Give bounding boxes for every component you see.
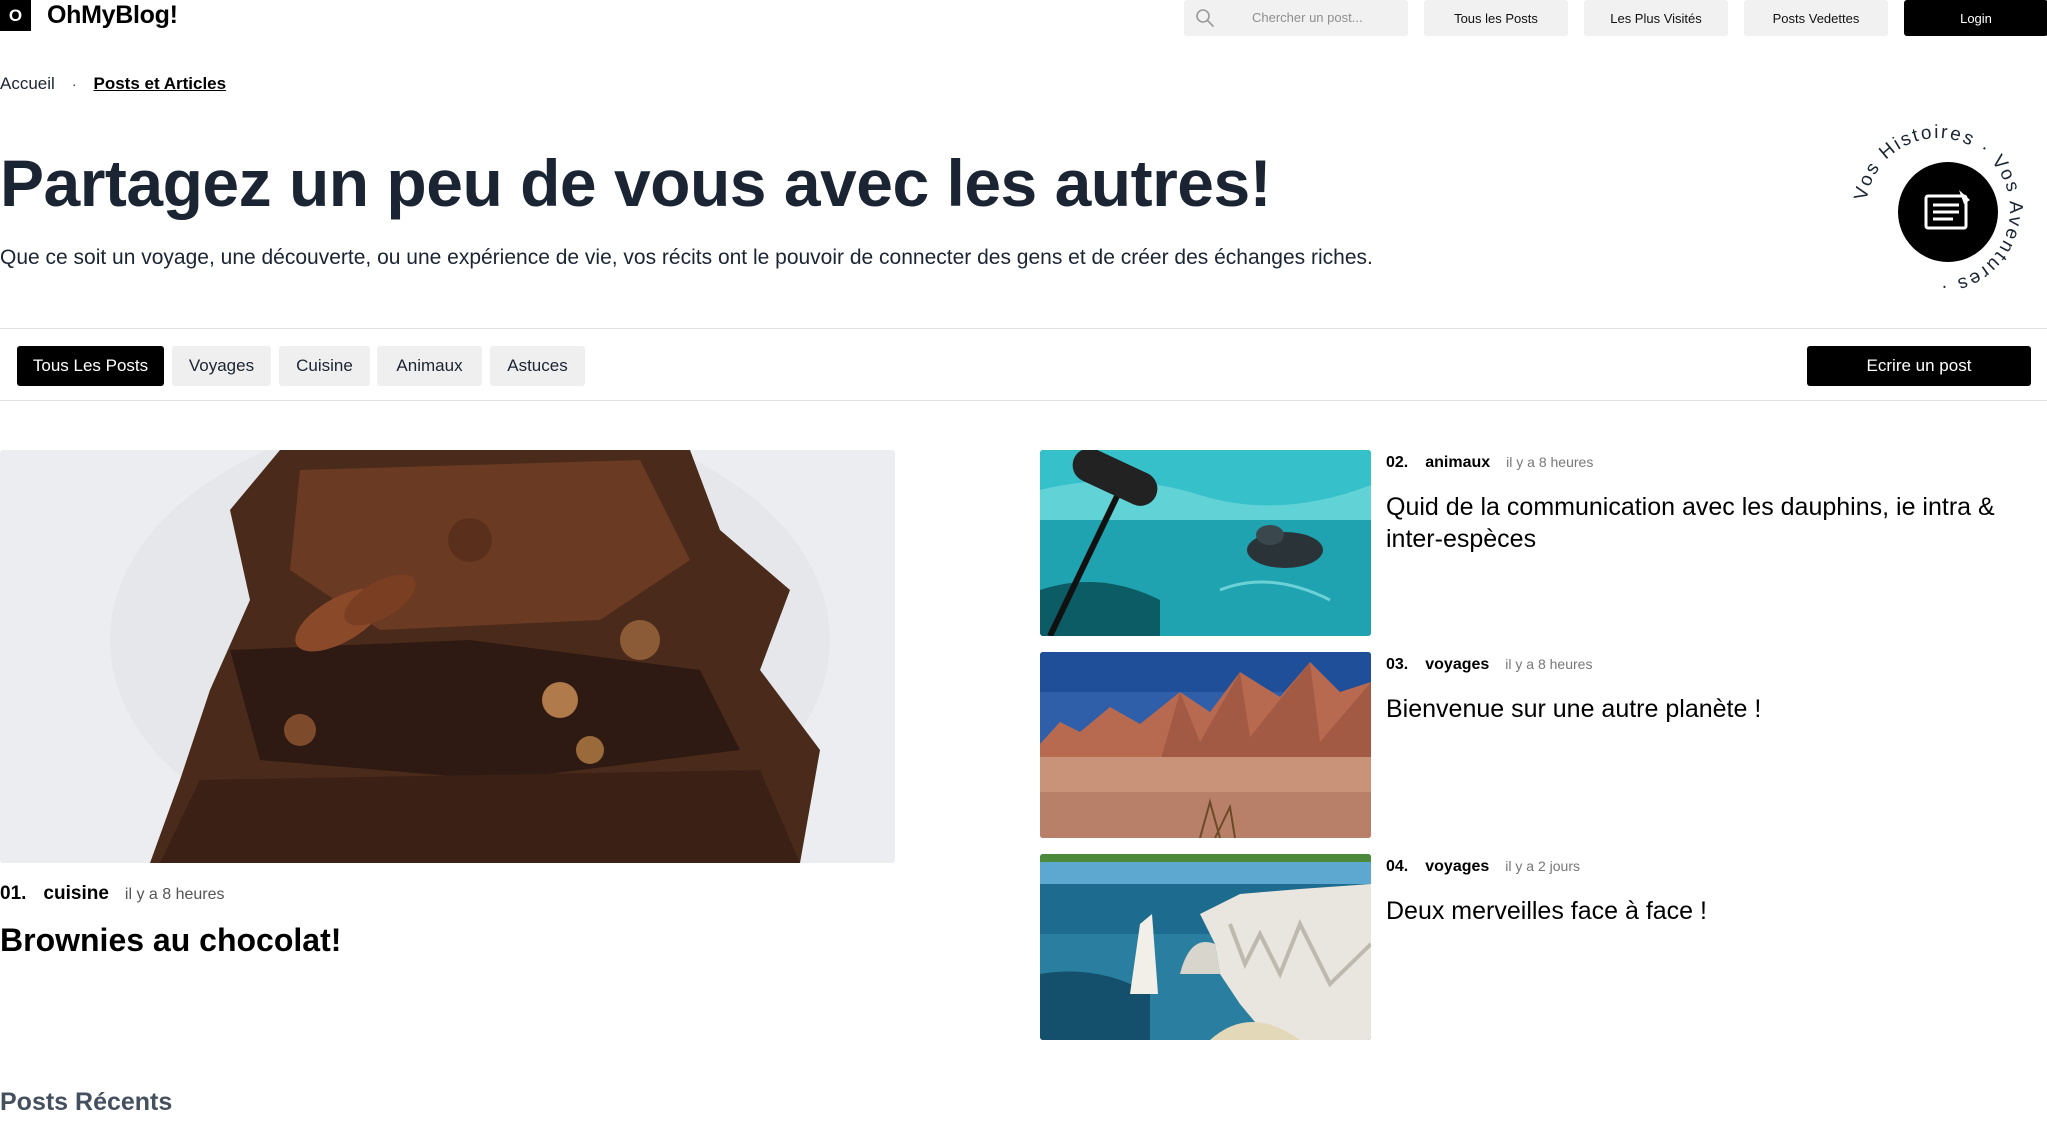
post-number: 03. [1386,656,1409,673]
filter-chip-cuisine[interactable]: Cuisine [279,346,370,386]
post-meta: 03. voyages il y a 8 heures [1386,656,1592,674]
recent-posts-heading: Posts Récents [0,1088,173,1116]
page-subtitle: Que ce soit un voyage, une découverte, o… [0,246,1373,269]
search-input[interactable]: Chercher un post... [1252,10,1363,25]
page-title: Partagez un peu de vous avec les autres! [0,146,1272,220]
filter-chip-voyages[interactable]: Voyages [172,346,271,386]
breadcrumb: Accueil · Posts et Articles [0,74,226,94]
login-button[interactable]: Login [1904,0,2047,36]
breadcrumb-current-link[interactable]: Posts et Articles [93,74,226,94]
post-time: il y a 2 jours [1505,858,1580,874]
post-category-link[interactable]: animaux [1425,454,1490,472]
post-time: il y a 8 heures [124,886,225,903]
site-name[interactable]: OhMyBlog! [47,1,178,30]
post-meta: 04. voyages il y a 2 jours [1386,858,1580,876]
post-category-link[interactable]: cuisine [43,883,108,905]
post-time: il y a 8 heures [1506,454,1594,470]
search-bar[interactable]: Chercher un post... [1184,0,1408,36]
search-icon [1196,9,1214,27]
post-meta: 02. animaux il y a 8 heures [1386,454,1593,472]
nav-featured-posts-button[interactable]: Posts Vedettes [1744,0,1888,36]
post-image-desert[interactable] [1040,652,1371,838]
post-time: il y a 8 heures [1505,656,1593,672]
breadcrumb-home-link[interactable]: Accueil [0,74,55,94]
post-number: 01. [0,883,27,904]
post-category-link[interactable]: voyages [1425,858,1489,876]
top-bar: O OhMyBlog! Chercher un post... Tous les… [0,0,2047,36]
featured-post-meta: 01. cuisine il y a 8 heures [0,883,225,905]
breadcrumb-separator: · [71,76,77,92]
post-number: 04. [1386,858,1409,875]
logo-icon[interactable]: O [0,0,31,31]
nav-most-visited-button[interactable]: Les Plus Visités [1584,0,1728,36]
featured-post-title[interactable]: Brownies au chocolat! [0,922,341,959]
post-number: 02. [1386,454,1409,471]
filter-chip-all[interactable]: Tous Les Posts [17,346,164,386]
post-title[interactable]: Bienvenue sur une autre planète ! [1386,693,2036,725]
post-category-link[interactable]: voyages [1425,656,1489,674]
filter-chip-animaux[interactable]: Animaux [377,346,482,386]
category-filter-bar: Tous Les Posts Voyages Cuisine Animaux A… [0,328,2047,401]
post-title[interactable]: Deux merveilles face à face ! [1386,895,2036,927]
filter-chip-astuces[interactable]: Astuces [490,346,585,386]
post-image-dolphins[interactable] [1040,450,1371,636]
stories-badge: Vos Histoires · Vos Aventures · [1851,122,2024,298]
featured-post-image[interactable] [0,450,895,863]
write-post-button[interactable]: Ecrire un post [1807,346,2031,386]
nav-all-posts-button[interactable]: Tous les Posts [1424,0,1568,36]
post-image-cliffs[interactable] [1040,854,1371,1040]
post-title[interactable]: Quid de la communication avec les dauphi… [1386,491,2036,555]
